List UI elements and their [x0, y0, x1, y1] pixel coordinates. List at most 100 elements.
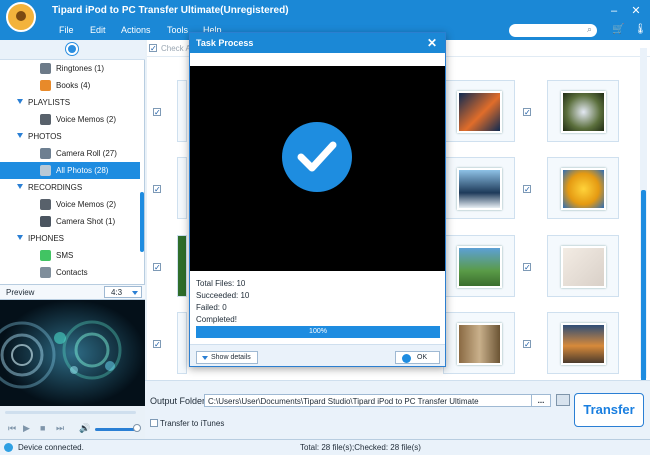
browse-button[interactable]: ... [531, 394, 551, 407]
transfer-itunes-label: Transfer to iTunes [160, 419, 225, 428]
photo-checkbox[interactable] [523, 185, 531, 193]
sidebar-item-camera-shot[interactable]: Camera Shot (1) [0, 213, 140, 230]
photo-thumbnail[interactable] [547, 235, 619, 297]
show-details-label: Show details [211, 354, 251, 361]
chevron-down-icon [202, 356, 208, 360]
minimize-button[interactable]: – [606, 3, 622, 19]
photo-checkbox[interactable] [523, 263, 531, 271]
sidebar-category-playlists[interactable]: PLAYLISTS [0, 94, 140, 111]
succeeded-count: Succeeded: 10 [196, 291, 250, 300]
photo-thumbnail[interactable] [547, 80, 619, 142]
sidebar-category-iphones[interactable]: IPHONES [0, 230, 140, 247]
sidebar-item-label: Camera Roll (27) [56, 149, 117, 158]
close-button[interactable]: ✕ [628, 3, 644, 19]
prev-icon[interactable]: ⏮ [8, 423, 16, 434]
search-icon: ⌕ [586, 24, 592, 34]
volume-knob[interactable] [133, 424, 141, 432]
sidebar-category-label: PLAYLISTS [28, 98, 71, 107]
photo-checkbox[interactable] [153, 185, 161, 193]
aspect-ratio-select[interactable]: 4:3 [104, 286, 142, 298]
checkmark-icon [282, 122, 352, 192]
sidebar-item-voice-memos[interactable]: Voice Memos (2) [0, 111, 140, 128]
photo-checkbox[interactable] [153, 108, 161, 116]
sidebar-item-label: Contacts [56, 268, 88, 277]
photo-thumbnail[interactable] [177, 312, 187, 374]
sidebar-item-books[interactable]: Books (4) [0, 77, 140, 94]
search-input[interactable]: ⌕ [509, 24, 597, 37]
completed-status: Completed! [196, 315, 237, 324]
device-icon [4, 443, 13, 452]
file-totals: Total: 28 file(s);Checked: 28 file(s) [300, 443, 421, 452]
photo-checkbox[interactable] [523, 108, 531, 116]
voice-memo-icon [40, 199, 51, 210]
preview-header: Preview 4:3 [0, 284, 145, 300]
task-progress-bar: 100% [196, 326, 440, 338]
cart-icon[interactable]: 🛒 [612, 24, 624, 35]
sidebar-item-label: Voice Memos (2) [56, 115, 117, 124]
total-files: Total Files: 10 [196, 279, 246, 288]
sidebar-item-voice-memos-rec[interactable]: Voice Memos (2) [0, 196, 140, 213]
gear-icon[interactable] [66, 43, 78, 55]
ok-button[interactable]: OK [395, 351, 440, 364]
close-icon[interactable]: ✕ [427, 36, 437, 50]
photo-checkbox[interactable] [523, 340, 531, 348]
sidebar-category-recordings[interactable]: RECORDINGS [0, 179, 140, 196]
volume-icon[interactable]: 🔊 [79, 423, 90, 434]
menu-file[interactable]: File [59, 25, 74, 35]
photo-thumbnail[interactable] [547, 312, 619, 374]
photo-thumbnail[interactable] [443, 312, 515, 374]
ringtone-icon [40, 63, 51, 74]
chevron-down-icon [17, 133, 23, 138]
output-panel: Output Folder: C:\Users\User\Documents\T… [145, 380, 650, 439]
greeting-image [561, 246, 606, 288]
sidebar-item-contacts[interactable]: Contacts [0, 264, 140, 281]
sidebar-item-ringtones[interactable]: Ringtones (1) [0, 60, 140, 77]
menu-actions[interactable]: Actions [121, 25, 151, 35]
sidebar-item-label: Voice Memos (2) [56, 200, 117, 209]
task-process-dialog: Task Process ✕ Total Files: 10 Succeeded… [189, 32, 446, 367]
app-logo-icon [6, 2, 36, 32]
sidebar-item-camera-roll[interactable]: Camera Roll (27) [0, 145, 140, 162]
check-all-checkbox[interactable] [149, 44, 157, 52]
window-title: Tipard iPod to PC Transfer Ultimate(Unre… [52, 5, 289, 16]
sidebar-item-label: SMS [56, 251, 74, 260]
grid-scrollbar[interactable] [640, 48, 647, 420]
photo-thumbnail[interactable] [177, 80, 187, 142]
penguins-image [457, 168, 502, 210]
photo-thumbnail[interactable] [443, 235, 515, 297]
photo-checkbox[interactable] [153, 340, 161, 348]
device-status: Device connected. [18, 443, 84, 452]
show-details-button[interactable]: Show details [196, 351, 258, 364]
title-bar: Tipard iPod to PC Transfer Ultimate(Unre… [0, 0, 650, 32]
check-circle-icon [402, 354, 411, 363]
photo-thumbnail[interactable] [177, 157, 187, 219]
menu-tools[interactable]: Tools [167, 25, 188, 35]
photo-thumbnail[interactable] [547, 157, 619, 219]
sidebar-item-sms[interactable]: SMS [0, 247, 140, 264]
sidebar-category-photos[interactable]: PHOTOS [0, 128, 140, 145]
open-folder-icon[interactable] [556, 394, 570, 406]
sidebar-item-label: Camera Shot (1) [56, 217, 116, 226]
play-icon[interactable]: ▶ [23, 423, 30, 434]
sidebar-item-label: Books (4) [56, 81, 91, 90]
photo-checkbox[interactable] [153, 263, 161, 271]
photo-thumbnail[interactable] [177, 235, 187, 297]
sidebar-header [0, 40, 145, 60]
transfer-button[interactable]: Transfer [574, 393, 644, 427]
sidebar-category-label: PHOTOS [28, 132, 62, 141]
playback-progress-slider[interactable] [5, 411, 136, 414]
menu-edit[interactable]: Edit [90, 25, 106, 35]
thermometer-icon[interactable]: 🌡 [634, 24, 647, 35]
sidebar-scrollbar[interactable] [140, 192, 144, 252]
photo-thumbnail[interactable] [443, 80, 515, 142]
transfer-itunes-checkbox[interactable] [150, 419, 158, 427]
dialog-title-bar: Task Process ✕ [190, 33, 445, 53]
sidebar-category-label: IPHONES [28, 234, 65, 243]
sidebar-item-all-photos[interactable]: All Photos (28) [0, 162, 140, 179]
stop-icon[interactable]: ■ [40, 423, 45, 433]
photo-thumbnail[interactable] [443, 157, 515, 219]
preview-pane [0, 300, 145, 406]
volume-slider[interactable] [95, 428, 135, 431]
output-folder-field[interactable]: C:\Users\User\Documents\Tipard Studio\Ti… [204, 394, 551, 407]
next-icon[interactable]: ⏭ [56, 423, 64, 434]
